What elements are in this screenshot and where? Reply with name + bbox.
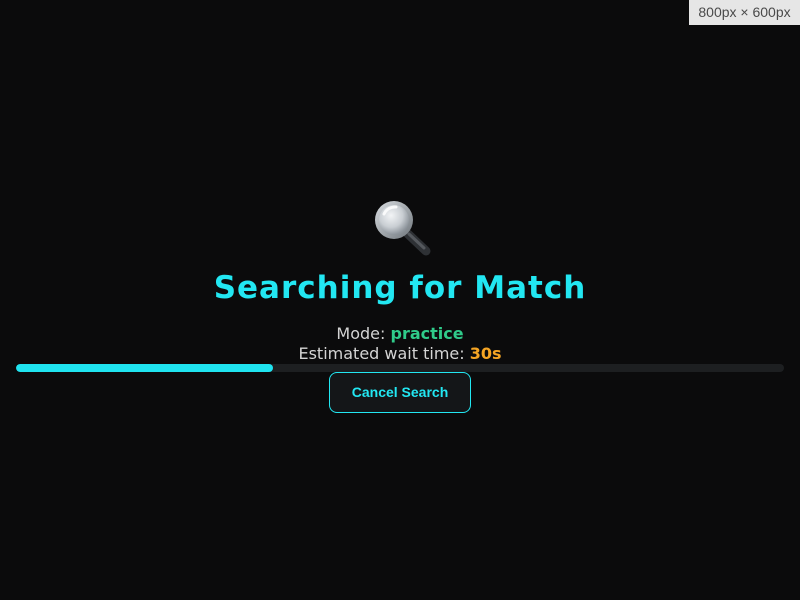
search-progress-bar [16,364,784,372]
mode-value: practice [390,324,464,343]
wait-time-line: Estimated wait time: 30s [0,344,800,364]
wait-time-value: 30s [469,344,502,363]
mode-label: Mode: [336,324,391,343]
search-progress-fill [16,364,274,372]
viewport-size-badge: 800px × 600px [689,0,800,25]
wait-time-label: Estimated wait time: [298,344,470,363]
cancel-search-button[interactable]: Cancel Search [329,372,471,413]
magnifying-glass-icon [368,196,432,256]
mode-line: Mode: practice [0,324,800,344]
page-title: Searching for Match [213,270,587,306]
